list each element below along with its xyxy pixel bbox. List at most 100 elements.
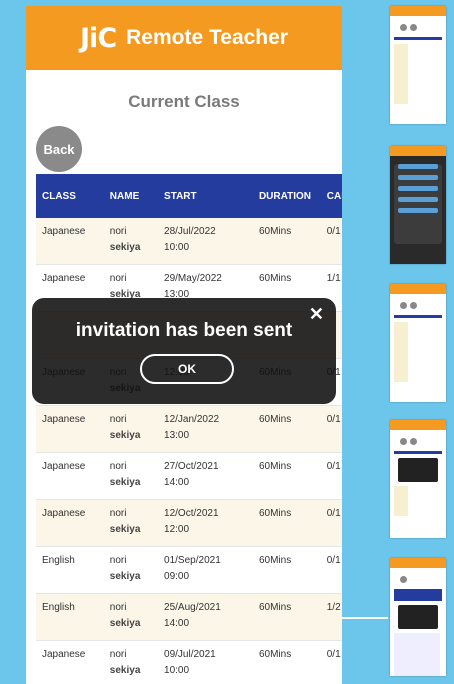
duration-cell: 60Mins bbox=[252, 499, 321, 547]
cap-cell-text: 0/1 bbox=[326, 555, 341, 566]
name-cell: nori sekiya bbox=[103, 452, 159, 500]
start-cell-text: 12/Jan/2022 bbox=[164, 414, 220, 425]
name-cell: nori sekiya bbox=[103, 593, 159, 641]
name-cell-text: sekiya bbox=[109, 618, 141, 629]
class-cell: Japanese bbox=[36, 452, 104, 500]
thumbnail-screen-4 bbox=[390, 420, 446, 538]
start-cell: 12/Oct/2021 12:00 bbox=[158, 499, 253, 547]
start-cell-text: 10:00 bbox=[164, 242, 190, 253]
name-cell: nori sekiya bbox=[103, 640, 159, 684]
table-row[interactable]: English nori sekiya 25/Aug/2021 14:00 60Mins 1… bbox=[36, 593, 342, 641]
class-table-container: CLASS NAME START DURATION CAP Japanese no… bbox=[36, 174, 342, 684]
column-header-start: START bbox=[164, 190, 197, 202]
start-cell: 25/Aug/2021 14:00 bbox=[158, 593, 253, 641]
table-row[interactable]: Japanese nori sekiya 27/Oct/2021 14:00 60Mins… bbox=[36, 452, 342, 500]
class-cell-text: Japanese bbox=[42, 226, 86, 237]
cap-cell: 1/2 bbox=[320, 593, 342, 641]
cap-cell-text: 0/1 bbox=[326, 226, 341, 237]
column-header-cap: CAP bbox=[326, 190, 342, 202]
start-cell-text: 10:00 bbox=[164, 665, 190, 676]
class-cell: Japanese bbox=[36, 640, 104, 684]
table-row[interactable]: Japanese nori sekiya 28/Jul/2022 10:00 60Mins… bbox=[36, 218, 342, 265]
name-cell-text: nori bbox=[109, 649, 127, 660]
class-cell-text: English bbox=[42, 602, 75, 613]
duration-cell: 60Mins bbox=[252, 405, 321, 453]
name-cell-text: nori bbox=[109, 226, 127, 237]
connector-line bbox=[342, 617, 388, 619]
start-cell-text: 12/Oct/2021 bbox=[164, 508, 219, 519]
name-cell: nori sekiya bbox=[103, 546, 159, 594]
class-cell: English bbox=[36, 593, 104, 641]
duration-cell-text: 60Mins bbox=[258, 602, 292, 613]
class-cell-text: Japanese bbox=[42, 508, 86, 519]
thumbnail-screen-2 bbox=[390, 146, 446, 264]
start-cell: 28/Jul/2022 10:00 bbox=[158, 218, 253, 265]
cap-cell: 0/1 bbox=[320, 499, 342, 547]
start-cell-text: 13:00 bbox=[164, 430, 190, 441]
start-cell-text: 12:00 bbox=[164, 524, 190, 535]
back-button[interactable]: Back bbox=[36, 126, 82, 172]
class-cell-text: Japanese bbox=[42, 649, 86, 660]
name-cell: nori sekiya bbox=[103, 218, 159, 265]
cap-cell: 0/1 bbox=[320, 452, 342, 500]
table-row[interactable]: Japanese nori sekiya 12/Oct/2021 12:00 60Mins… bbox=[36, 499, 342, 547]
cap-cell-text: 0/1 bbox=[326, 508, 341, 519]
duration-cell-text: 60Mins bbox=[258, 461, 292, 472]
invitation-sent-popup: ✕ invitation has been sent OK bbox=[32, 298, 336, 404]
duration-cell-text: 60Mins bbox=[258, 414, 292, 425]
class-cell: English bbox=[36, 546, 104, 594]
column-header-name: NAME bbox=[109, 190, 140, 202]
page-title: Current Class bbox=[128, 92, 240, 111]
duration-cell: 60Mins bbox=[252, 593, 321, 641]
table-row[interactable]: Japanese nori sekiya 09/Jul/2021 10:00 60Mins… bbox=[36, 640, 342, 684]
table-header-row: CLASS NAME START DURATION CAP bbox=[36, 174, 342, 218]
duration-cell: 60Mins bbox=[252, 546, 321, 594]
cap-cell-text: 0/1 bbox=[326, 649, 341, 660]
start-cell-text: 14:00 bbox=[164, 618, 190, 629]
ok-button[interactable]: OK bbox=[140, 354, 234, 384]
cap-cell: 0/1 bbox=[320, 405, 342, 453]
jic-logo: JiC bbox=[80, 22, 117, 54]
cap-cell-text: 1/2 bbox=[326, 602, 341, 613]
start-cell-text: 29/May/2022 bbox=[164, 273, 222, 284]
cap-cell: 0/1 bbox=[320, 218, 342, 265]
start-cell: 09/Jul/2021 10:00 bbox=[158, 640, 253, 684]
class-cell-text: Japanese bbox=[42, 414, 86, 425]
class-cell-text: English bbox=[42, 555, 75, 566]
table-row[interactable]: English nori sekiya 01/Sep/2021 09:00 60Mins 0… bbox=[36, 546, 342, 594]
duration-cell-text: 60Mins bbox=[258, 273, 292, 284]
name-cell-text: nori bbox=[109, 602, 127, 613]
start-cell: 01/Sep/2021 09:00 bbox=[158, 546, 253, 594]
start-cell: 27/Oct/2021 14:00 bbox=[158, 452, 253, 500]
name-cell-text: sekiya bbox=[109, 430, 141, 441]
name-cell-text: sekiya bbox=[109, 524, 141, 535]
name-cell-text: sekiya bbox=[109, 242, 141, 253]
name-cell-text: nori bbox=[109, 414, 127, 425]
name-cell-text: nori bbox=[109, 508, 127, 519]
duration-cell: 60Mins bbox=[252, 218, 321, 265]
class-cell: Japanese bbox=[36, 499, 104, 547]
start-cell-text: 09:00 bbox=[164, 571, 190, 582]
cap-cell: 0/1 bbox=[320, 640, 342, 684]
start-cell-text: 14:00 bbox=[164, 477, 190, 488]
name-cell: nori sekiya bbox=[103, 499, 159, 547]
duration-cell: 60Mins bbox=[252, 640, 321, 684]
column-header-class: CLASS bbox=[42, 190, 76, 202]
table-row[interactable]: Japanese nori sekiya 12/Jan/2022 13:00 60Mins… bbox=[36, 405, 342, 453]
duration-cell-text: 60Mins bbox=[258, 508, 292, 519]
name-cell-text: sekiya bbox=[109, 571, 141, 582]
start-cell-text: 25/Aug/2021 bbox=[164, 602, 221, 613]
duration-cell-text: 60Mins bbox=[258, 555, 292, 566]
app-title: Remote Teacher bbox=[126, 26, 288, 49]
class-cell: Japanese bbox=[36, 405, 104, 453]
duration-cell-text: 60Mins bbox=[258, 649, 292, 660]
start-cell: 12/Jan/2022 13:00 bbox=[158, 405, 253, 453]
start-cell-text: 28/Jul/2022 bbox=[164, 226, 216, 237]
app-header: JiC Remote Teacher bbox=[26, 6, 342, 70]
name-cell: nori sekiya bbox=[103, 405, 159, 453]
name-cell-text: sekiya bbox=[109, 665, 141, 676]
class-cell-text: Japanese bbox=[42, 461, 86, 472]
start-cell-text: 01/Sep/2021 bbox=[164, 555, 221, 566]
start-cell-text: 09/Jul/2021 bbox=[164, 649, 216, 660]
name-cell-text: nori bbox=[109, 273, 127, 284]
